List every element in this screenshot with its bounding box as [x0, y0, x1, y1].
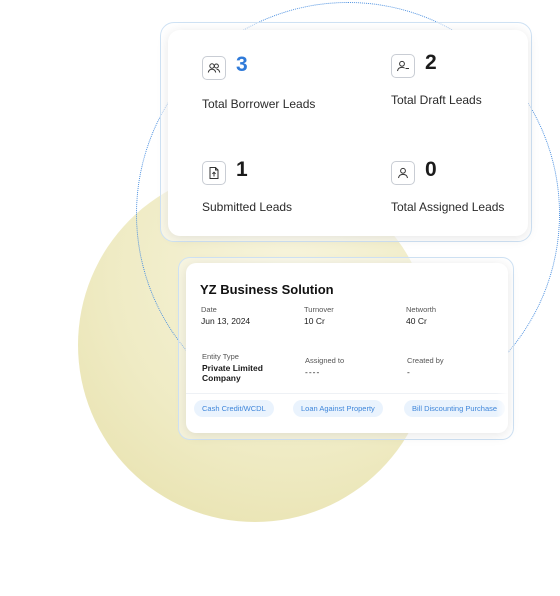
created-by-label: Created by — [407, 356, 444, 365]
business-title: YZ Business Solution — [200, 282, 334, 297]
created-by-value: - — [407, 367, 410, 377]
turnover-value: 10 Cr — [304, 316, 325, 326]
tag-loan-against-property[interactable]: Loan Against Property — [293, 400, 383, 417]
business-card[interactable]: YZ Business Solution Date Jun 13, 2024 T… — [186, 263, 508, 433]
file-upload-icon — [202, 161, 226, 185]
networth-label: Networth — [406, 305, 437, 314]
assigned-to-value: ---- — [305, 367, 321, 377]
tag-cash-credit[interactable]: Cash Credit/WCDL — [194, 400, 274, 417]
entity-type-label: Entity Type — [202, 352, 239, 361]
borrower-leads-label: Total Borrower Leads — [202, 97, 316, 111]
submitted-leads-count: 1 — [236, 158, 248, 181]
networth-value: 40 Cr — [406, 316, 427, 326]
borrower-leads-count: 3 — [236, 53, 248, 76]
entity-type-value: Private Limited Company — [202, 363, 263, 383]
stats-card: 3 Total Borrower Leads 2 Total Draft Lea… — [168, 30, 528, 236]
submitted-leads-label: Submitted Leads — [202, 200, 293, 214]
card-divider — [186, 393, 508, 394]
scroll-fade — [496, 263, 508, 433]
user-icon — [391, 161, 415, 185]
assigned-leads-label: Total Assigned Leads — [391, 200, 505, 214]
tag-bill-discounting[interactable]: Bill Discounting Purchase — [404, 400, 506, 417]
users-icon — [202, 56, 226, 80]
draft-leads-count: 2 — [425, 51, 437, 74]
date-label: Date — [201, 305, 217, 314]
assigned-leads-count: 0 — [425, 158, 437, 181]
assigned-to-label: Assigned to — [305, 356, 345, 365]
date-value: Jun 13, 2024 — [201, 316, 251, 326]
user-minus-icon — [391, 54, 415, 78]
draft-leads-label: Total Draft Leads — [391, 93, 482, 107]
turnover-label: Turnover — [304, 305, 334, 314]
